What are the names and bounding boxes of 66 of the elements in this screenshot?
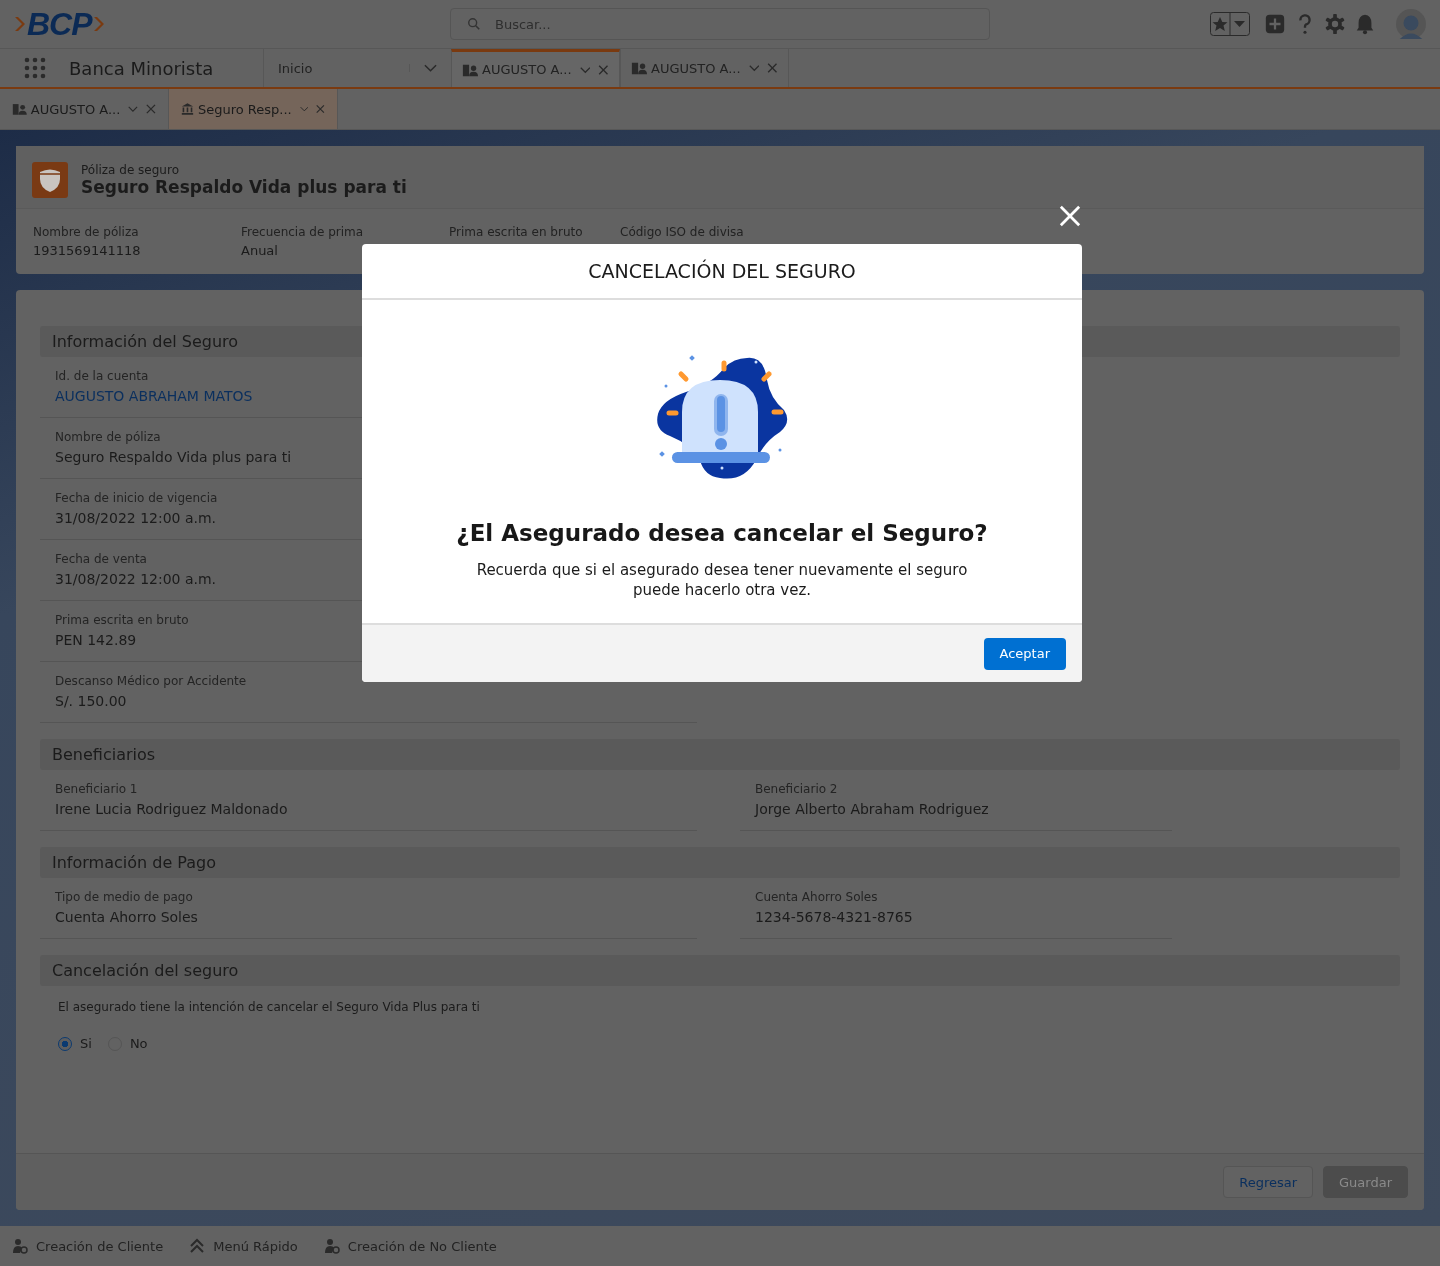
double-chevron-icon xyxy=(189,1238,206,1254)
radio-option[interactable]: Si xyxy=(58,1036,92,1051)
field-label: Tipo de medio de pago xyxy=(55,890,194,904)
field-value: Irene Lucia Rodriguez Maldonado xyxy=(55,801,288,817)
bank-icon xyxy=(181,101,194,117)
field-label: Cuenta Ahorro Soles xyxy=(755,890,879,904)
modal-heading: ¿El Asegurado desea cancelar el Seguro? xyxy=(456,520,988,546)
app-launcher-icon[interactable] xyxy=(24,57,46,79)
highlight-value: Anual xyxy=(241,243,279,258)
bcp-logo: BCP xyxy=(14,5,105,43)
field-label: Descanso Médico por Accidente xyxy=(55,674,248,688)
shield-icon xyxy=(32,162,68,198)
field-value: Jorge Alberto Abraham Rodriguez xyxy=(755,801,989,817)
avatar-icon[interactable] xyxy=(1396,9,1426,39)
sub-tab[interactable]: Seguro Resp... xyxy=(169,89,338,129)
field-label: Fecha de venta xyxy=(55,552,148,566)
field-label: Beneficiario 1 xyxy=(55,782,139,796)
field-label: Prima escrita en bruto xyxy=(55,613,190,627)
section-header: Cancelación del seguro xyxy=(40,955,1400,986)
nav-tab[interactable]: AUGUSTO A... xyxy=(451,49,620,87)
add-person-icon xyxy=(12,1238,28,1254)
add-person-icon xyxy=(323,1238,340,1254)
settings-icon[interactable] xyxy=(1324,13,1346,35)
field-label: Nombre de póliza xyxy=(55,430,162,444)
field-value: PEN 142.89 xyxy=(55,632,137,648)
favorites-button[interactable] xyxy=(1210,12,1250,36)
account-link[interactable]: AUGUSTO ABRAHAM MATOS xyxy=(55,388,253,404)
app-name: Banca Minorista xyxy=(68,57,215,79)
field-label: Beneficiario 2 xyxy=(755,782,839,796)
field-value: Seguro Respaldo Vida plus para ti xyxy=(55,449,292,465)
record-title: Seguro Respaldo Vida plus para ti xyxy=(81,177,407,197)
utility-item[interactable]: Creación de No Cliente xyxy=(323,1238,497,1254)
field-label: Id. de la cuenta xyxy=(55,369,150,383)
notification-bell-icon[interactable] xyxy=(1354,13,1376,35)
field-value: 31/08/2022 12:00 a.m. xyxy=(55,571,217,587)
caret-icon[interactable] xyxy=(299,104,309,114)
field-value: 1234-5678-4321-8765 xyxy=(755,909,913,925)
highlight-label: Nombre de póliza xyxy=(33,225,140,239)
record-type: Póliza de seguro xyxy=(81,163,180,177)
radio-option[interactable]: No xyxy=(107,1036,148,1051)
section-header: Información de Pago xyxy=(40,847,1400,878)
caret-icon[interactable] xyxy=(128,104,139,114)
modal-title: CANCELACIÓN DEL SEGURO xyxy=(362,244,1082,300)
account-icon xyxy=(631,60,647,76)
account-icon xyxy=(12,101,27,117)
add-icon[interactable] xyxy=(1264,13,1286,35)
field-value: S/. 150.00 xyxy=(55,693,127,709)
nav-tab[interactable]: AUGUSTO A... xyxy=(620,49,789,87)
highlight-label: Frecuencia de prima xyxy=(241,225,365,239)
highlight-label: Prima escrita en bruto xyxy=(449,225,584,239)
highlight-label: Código ISO de divisa xyxy=(620,225,744,239)
nav-tab[interactable]: Inicio xyxy=(263,49,409,87)
action-button[interactable]: Regresar xyxy=(1223,1166,1314,1198)
accept-button[interactable]: Aceptar xyxy=(983,637,1066,670)
modal-message: Recuerda que si el asegurado desea tener nuevamente el seguro puede hacerlo otra vez. xyxy=(475,560,969,600)
field-value: Cuenta Ahorro Soles xyxy=(55,909,198,925)
field-label: Fecha de inicio de vigencia xyxy=(55,491,219,505)
caret-icon[interactable] xyxy=(579,64,591,75)
highlight-value: 1931569141118 xyxy=(33,243,142,258)
question-text: El asegurado tiene la intención de cancelar el Seguro Vida Plus para ti xyxy=(57,999,481,1014)
utility-item[interactable]: Menú Rápido xyxy=(189,1238,298,1254)
utility-item[interactable]: Creación de Cliente xyxy=(12,1238,164,1254)
caret-icon[interactable] xyxy=(748,63,760,73)
section-header: Beneficiarios xyxy=(40,739,1400,770)
search-icon xyxy=(467,17,481,31)
field-value: 31/08/2022 12:00 a.m. xyxy=(55,510,217,526)
